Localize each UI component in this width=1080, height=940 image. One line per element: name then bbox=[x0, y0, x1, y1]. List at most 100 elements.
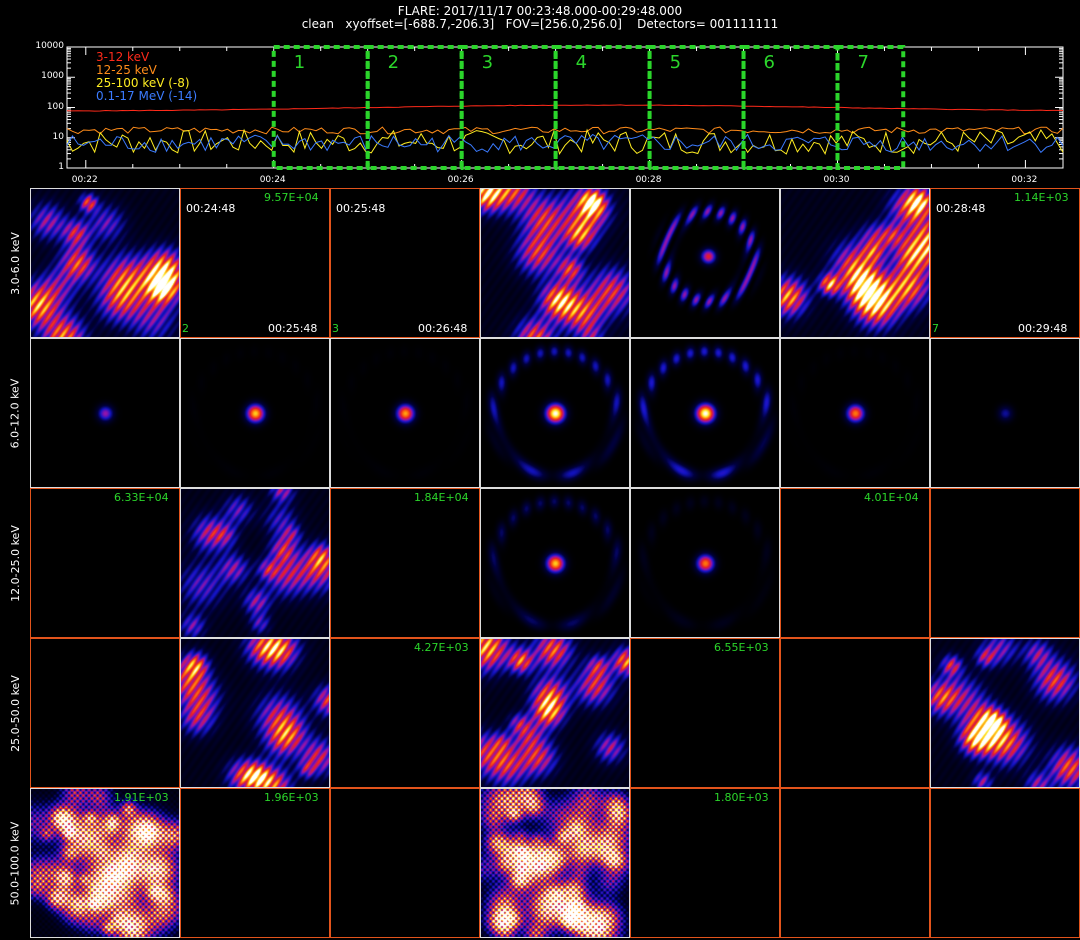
image-cell-r3-c1 bbox=[180, 638, 330, 788]
image-cell-r0-c3 bbox=[480, 188, 630, 338]
cell-annotation-green: 7 bbox=[932, 322, 939, 335]
image-cell-r1-c1 bbox=[180, 338, 330, 488]
cell-frame bbox=[930, 338, 1080, 488]
image-cell-r1-c4 bbox=[630, 338, 780, 488]
image-cell-r2-c3 bbox=[480, 488, 630, 638]
cell-frame bbox=[30, 638, 180, 788]
cell-annotation-green: 1.80E+03 bbox=[714, 791, 769, 804]
energy-band-label: 3.0-6.0 keV bbox=[0, 188, 30, 338]
interval-label: 5 bbox=[669, 52, 682, 73]
y-tick-label: 1 bbox=[58, 162, 64, 172]
interval-label: 3 bbox=[481, 52, 494, 73]
cell-frame bbox=[780, 488, 930, 638]
interval-label: 2 bbox=[387, 52, 400, 73]
cell-timestamp: 00:25:48 bbox=[336, 202, 386, 215]
cell-frame bbox=[180, 338, 330, 488]
interval-label: 6 bbox=[763, 52, 775, 73]
cell-frame bbox=[780, 638, 930, 788]
cell-frame bbox=[30, 488, 180, 638]
image-cell-r4-c3 bbox=[480, 788, 630, 938]
cell-frame bbox=[480, 788, 630, 938]
image-cell-r4-c6 bbox=[930, 788, 1080, 938]
cell-frame bbox=[630, 638, 780, 788]
cell-frame bbox=[630, 338, 780, 488]
image-cell-r1-c0 bbox=[30, 338, 180, 488]
cell-frame bbox=[630, 188, 780, 338]
energy-band-text: 50.0-100.0 keV bbox=[8, 821, 22, 905]
cell-frame bbox=[930, 488, 1080, 638]
energy-band-text: 3.0-6.0 keV bbox=[8, 231, 22, 295]
cell-annotation-green: 6.55E+03 bbox=[714, 641, 769, 654]
legend-entry-3: 0.1-17 MeV (-14) bbox=[96, 89, 198, 103]
image-cell-r1-c3 bbox=[480, 338, 630, 488]
cell-timestamp: 00:24:48 bbox=[186, 202, 236, 215]
legend-entry-1: 12-25 keV bbox=[96, 63, 157, 77]
cell-frame bbox=[180, 638, 330, 788]
cell-frame bbox=[480, 188, 630, 338]
image-cell-r4-c4 bbox=[630, 788, 780, 938]
energy-band-text: 6.0-12.0 keV bbox=[8, 378, 22, 448]
cell-timestamp: 00:26:48 bbox=[418, 322, 468, 335]
cell-frame bbox=[330, 338, 480, 488]
image-cell-r3-c5 bbox=[780, 638, 930, 788]
image-cell-r3-c4 bbox=[630, 638, 780, 788]
interval-label: 7 bbox=[857, 52, 869, 73]
cell-frame bbox=[780, 338, 930, 488]
cell-frame bbox=[480, 488, 630, 638]
x-tick-label: 00:28 bbox=[635, 175, 662, 185]
image-cell-r3-c0 bbox=[30, 638, 180, 788]
energy-band-text: 12.0-25.0 keV bbox=[8, 524, 22, 602]
cell-frame bbox=[30, 788, 180, 938]
image-cell-r2-c1 bbox=[180, 488, 330, 638]
image-cell-r3-c6 bbox=[930, 638, 1080, 788]
cell-frame bbox=[780, 188, 930, 338]
cell-annotation-green: 3 bbox=[332, 322, 339, 335]
cell-annotation-green: 1.91E+03 bbox=[114, 791, 169, 804]
cell-frame bbox=[630, 488, 780, 638]
legend-entry-0: 3-12 keV bbox=[96, 50, 150, 64]
legend-entry-2: 25-100 keV (-8) bbox=[96, 76, 190, 90]
cell-frame bbox=[480, 638, 630, 788]
cell-annotation-green: 4.27E+03 bbox=[414, 641, 469, 654]
energy-band-text: 25.0-50.0 keV bbox=[8, 674, 22, 752]
cell-frame bbox=[630, 788, 780, 938]
image-cell-r0-c4 bbox=[630, 188, 780, 338]
plot-frame bbox=[66, 46, 1064, 169]
cell-frame bbox=[780, 788, 930, 938]
cell-frame bbox=[480, 338, 630, 488]
cell-frame bbox=[330, 788, 480, 938]
cell-timestamp: 00:28:48 bbox=[936, 202, 986, 215]
interval-label: 4 bbox=[575, 52, 588, 73]
cell-annotation-green: 4.01E+04 bbox=[864, 491, 919, 504]
cell-frame bbox=[930, 788, 1080, 938]
x-tick-label: 00:30 bbox=[823, 175, 850, 185]
cell-annotation-green: 6.33E+04 bbox=[114, 491, 169, 504]
energy-band-label: 50.0-100.0 keV bbox=[0, 788, 30, 938]
image-cell-r1-c6 bbox=[930, 338, 1080, 488]
y-tick-label: 10000 bbox=[35, 41, 64, 51]
image-cell-r2-c6 bbox=[930, 488, 1080, 638]
energy-band-label: 12.0-25.0 keV bbox=[0, 488, 30, 638]
image-cell-r2-c4 bbox=[630, 488, 780, 638]
image-cell-r3-c3 bbox=[480, 638, 630, 788]
cell-frame bbox=[330, 638, 480, 788]
y-tick-label: 1000 bbox=[41, 71, 64, 82]
cell-frame bbox=[930, 638, 1080, 788]
energy-band-label: 6.0-12.0 keV bbox=[0, 338, 30, 488]
image-cell-r4-c2 bbox=[330, 788, 480, 938]
image-cell-r0-c5 bbox=[780, 188, 930, 338]
x-tick-label: 00:22 bbox=[71, 175, 98, 185]
image-cell-r1-c2 bbox=[330, 338, 480, 488]
cell-annotation-green: 1.84E+04 bbox=[414, 491, 469, 504]
cell-frame bbox=[330, 488, 480, 638]
image-cell-r2-c2 bbox=[330, 488, 480, 638]
y-tick-label: 10 bbox=[52, 131, 64, 142]
image-cell-r2-c0 bbox=[30, 488, 180, 638]
image-cell-r2-c5 bbox=[780, 488, 930, 638]
image-cell-r1-c5 bbox=[780, 338, 930, 488]
interval-label: 1 bbox=[293, 52, 306, 73]
image-cell-r4-c5 bbox=[780, 788, 930, 938]
interval-box-4 bbox=[553, 45, 652, 170]
image-cell-r3-c2 bbox=[330, 638, 480, 788]
cell-frame bbox=[180, 788, 330, 938]
